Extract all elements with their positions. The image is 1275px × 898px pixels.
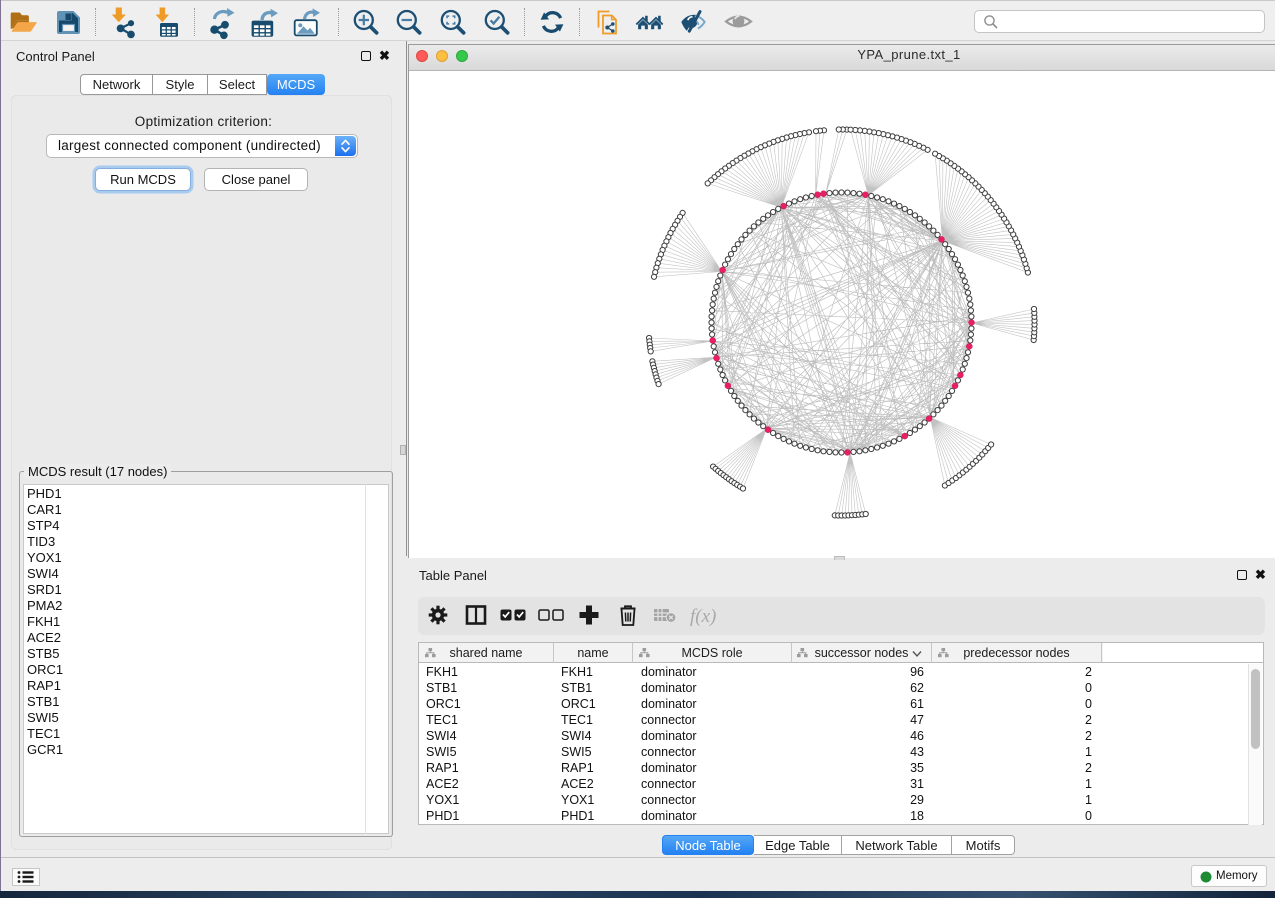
svg-text:f(x): f(x)	[690, 606, 716, 627]
